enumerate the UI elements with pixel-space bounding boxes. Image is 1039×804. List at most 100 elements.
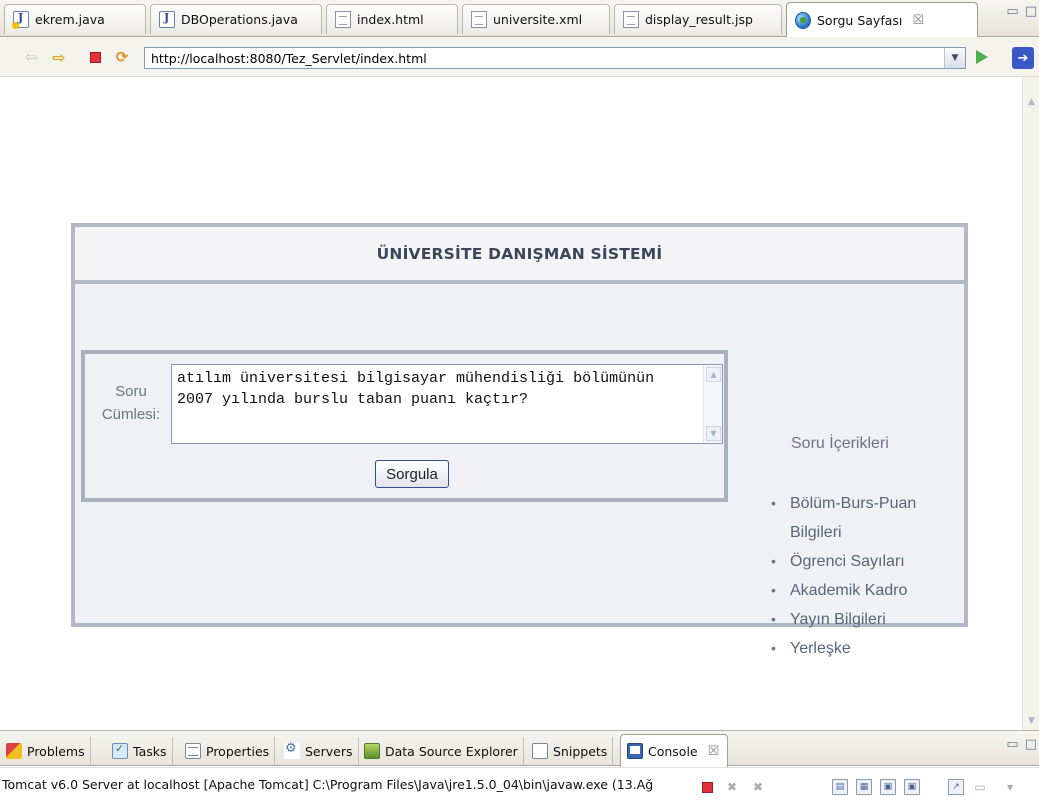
tasks-icon [112,742,128,759]
terminate-button[interactable] [702,782,713,793]
textarea-scrollbar[interactable]: ▲ ▼ [703,365,722,443]
side-title: Soru İçerikleri [791,435,889,452]
html-file-icon [335,11,351,28]
tab-properties[interactable]: Properties [183,737,276,765]
list-item-text: Yayın Bilgileri [790,611,886,628]
remove-all-icon[interactable]: ✖ [750,779,766,795]
question-form: Soru Cümlesi: atılım üniversitesi bilgis… [81,350,728,502]
tab-label: display_result.jsp [645,12,753,27]
list-item-text: Akademik Kadro [790,582,908,599]
editor-tab-bar: ekrem.java DBOperations.java index.html … [0,0,1039,38]
tab-index-html[interactable]: index.html [326,4,458,34]
pin-console-icon[interactable]: ↗ [948,779,964,795]
browser-viewport: ÜNİVERSİTE DANIŞMAN SİSTEMİ Soru Cümlesi… [0,77,1022,730]
view-tab-bar: Problems Tasks Properties Servers Data S… [0,730,1039,767]
forward-button[interactable]: ⇨ [50,47,68,67]
tab-universite-xml[interactable]: universite.xml [462,4,610,34]
minimize-icon[interactable]: ▭ [1006,737,1018,752]
java-file-icon [159,11,175,28]
show-on-output-icon[interactable]: ▣ [880,779,896,795]
list-item: Yerleşke [762,634,962,663]
tab-label: universite.xml [493,12,583,27]
snippets-icon [532,743,548,759]
scroll-up-icon[interactable]: ▲ [706,367,721,382]
globe-icon [795,12,811,29]
list-item-text: Bölüm-Burs-Puan Bilgileri [790,495,917,541]
console-panel: Tomcat v6.0 Server at localhost [Apache … [0,767,1039,804]
list-item-text: Ögrenci Sayıları [790,553,905,570]
view-controls: ▭ □ [1006,737,1037,752]
tab-label: Console [648,743,698,759]
maximize-icon[interactable]: □ [1025,4,1037,19]
tab-snippets[interactable]: Snippets [530,737,614,765]
panel-header: ÜNİVERSİTE DANIŞMAN SİSTEMİ [75,227,964,284]
jsp-file-icon [623,11,639,28]
console-process-label: Tomcat v6.0 Server at localhost [Apache … [2,777,654,792]
tab-label: Tasks [133,743,167,759]
tab-dboperations-java[interactable]: DBOperations.java [150,4,322,34]
scroll-up-icon[interactable]: ▲ [1026,97,1037,107]
database-icon [364,743,380,759]
open-console-icon[interactable]: ▾ [1002,779,1018,795]
tab-label: Problems [27,743,85,759]
list-item: Bölüm-Burs-Puan Bilgileri [762,489,937,547]
tab-label: ekrem.java [35,12,105,27]
problems-icon [6,743,22,759]
refresh-icon: ⟳ [115,48,129,66]
scroll-lock-icon[interactable]: ▦ [856,779,872,795]
stop-icon [89,51,101,63]
maximize-icon[interactable]: □ [1025,737,1037,752]
show-on-error-icon[interactable]: ▣ [904,779,920,795]
properties-icon [185,743,201,759]
back-button[interactable]: ⇦ [22,48,40,66]
tab-problems[interactable]: Problems [4,737,91,765]
servers-icon [284,741,300,759]
url-history-dropdown[interactable]: ▼ [944,48,965,68]
list-item: Ögrenci Sayıları [762,547,962,576]
question-label: Soru Cümlesi: [93,380,169,426]
tab-label: DBOperations.java [181,12,298,27]
close-tab-icon[interactable]: ☒ [912,13,924,28]
refresh-button[interactable]: ⟳ [113,48,131,66]
tab-label: Servers [305,743,353,759]
tab-label: Snippets [553,743,608,759]
page-title: ÜNİVERSİTE DANIŞMAN SİSTEMİ [376,244,663,263]
scroll-down-icon[interactable]: ▼ [1026,716,1037,726]
page-scrollbar[interactable]: ▲ ▼ [1022,77,1039,730]
browser-toolbar: ⇦ ⇨ ⟳ http://localhost:8080/Tez_Servlet/… [0,37,1039,77]
tab-label: Sorgu Sayfası [817,13,903,28]
submit-query-button[interactable]: Sorgula [375,460,449,488]
main-panel: ÜNİVERSİTE DANIŞMAN SİSTEMİ Soru Cümlesi… [71,223,968,663]
scroll-down-icon[interactable]: ▼ [706,426,721,441]
minimize-icon[interactable]: ▭ [1006,4,1018,19]
arrow-right-icon: ➔ [1017,50,1029,66]
close-tab-icon[interactable]: ☒ [708,744,720,759]
go-button[interactable] [976,50,988,64]
tab-sorgu-sayfasi[interactable]: Sorgu Sayfası ☒ [786,2,978,38]
question-label-line2: Cümlesi: [101,406,161,423]
back-arrow-icon: ⇦ [24,48,38,66]
tab-console[interactable]: Console ☒ [620,734,729,767]
tab-data-source-explorer[interactable]: Data Source Explorer [362,737,524,765]
java-file-icon [12,11,29,29]
clear-console-icon[interactable]: ▤ [832,779,848,795]
list-item-text: Yerleşke [790,640,851,657]
console-icon [627,743,643,759]
question-textarea[interactable]: atılım üniversitesi bilgisayar mühendisl… [171,364,723,444]
tab-label: Data Source Explorer [385,743,518,759]
tab-tasks[interactable]: Tasks [110,737,173,765]
url-input[interactable]: http://localhost:8080/Tez_Servlet/index.… [144,47,966,69]
remove-launch-icon[interactable]: ✖ [724,779,740,795]
list-item: Yayın Bilgileri [762,605,962,634]
forward-arrow-icon: ⇨ [52,47,66,67]
list-item: Akademik Kadro [762,576,962,605]
tab-servers[interactable]: Servers [282,737,359,765]
tab-label: index.html [357,12,424,27]
tab-display-result-jsp[interactable]: display_result.jsp [614,4,782,34]
topic-list: Bölüm-Burs-Puan Bilgileri Ögrenci Sayıla… [762,489,962,663]
stop-button[interactable] [86,49,104,65]
xml-file-icon [471,11,487,28]
tab-ekrem-java[interactable]: ekrem.java [4,4,146,34]
display-console-icon[interactable]: ▭ [972,779,988,795]
open-external-button[interactable]: ➔ [1012,47,1034,69]
